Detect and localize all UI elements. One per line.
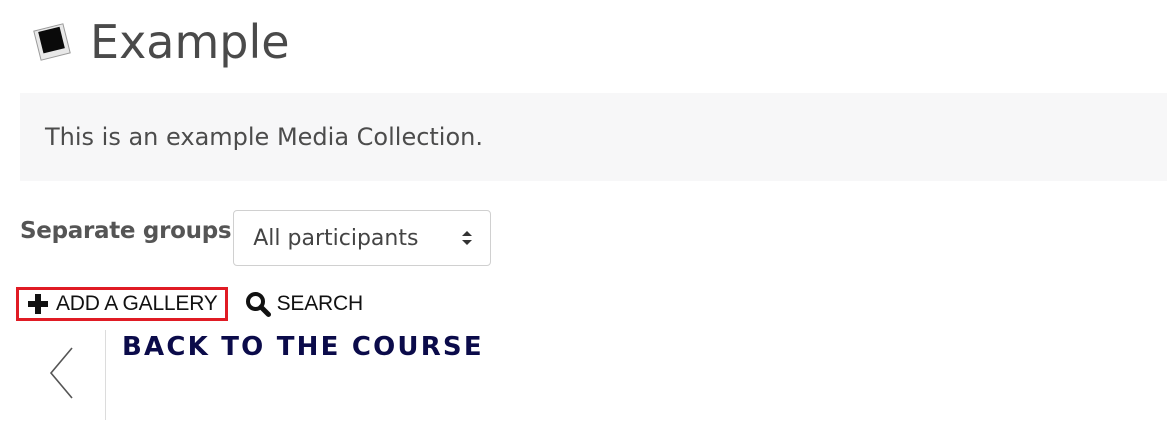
search-button[interactable]: SEARCH (245, 291, 363, 317)
divider (105, 330, 106, 420)
actions-row: ADD A GALLERY SEARCH (16, 287, 363, 321)
groups-selector: Separate groups All participants (20, 210, 492, 266)
description-box: This is an example Media Collection. (20, 93, 1167, 181)
mediacollection-icon (30, 20, 74, 64)
groups-select[interactable]: All participants (233, 210, 492, 266)
description-text: This is an example Media Collection. (45, 123, 483, 151)
search-label: SEARCH (276, 292, 364, 315)
groups-label: Separate groups (20, 218, 232, 244)
page-header: Example (30, 12, 290, 72)
search-icon (245, 292, 271, 317)
page-title: Example (90, 15, 290, 69)
back-block: BACK TO THE COURSE (20, 330, 520, 424)
back-to-course-link[interactable]: BACK TO THE COURSE (122, 332, 484, 362)
plus-icon (28, 294, 48, 314)
add-gallery-label: ADD A GALLERY (56, 292, 218, 315)
chevron-left-icon[interactable] (48, 346, 76, 400)
add-gallery-button[interactable]: ADD A GALLERY (16, 287, 228, 321)
updown-arrow-icon (462, 231, 473, 245)
page: Example This is an example Media Collect… (0, 0, 1167, 424)
groups-select-value: All participants (253, 225, 419, 251)
